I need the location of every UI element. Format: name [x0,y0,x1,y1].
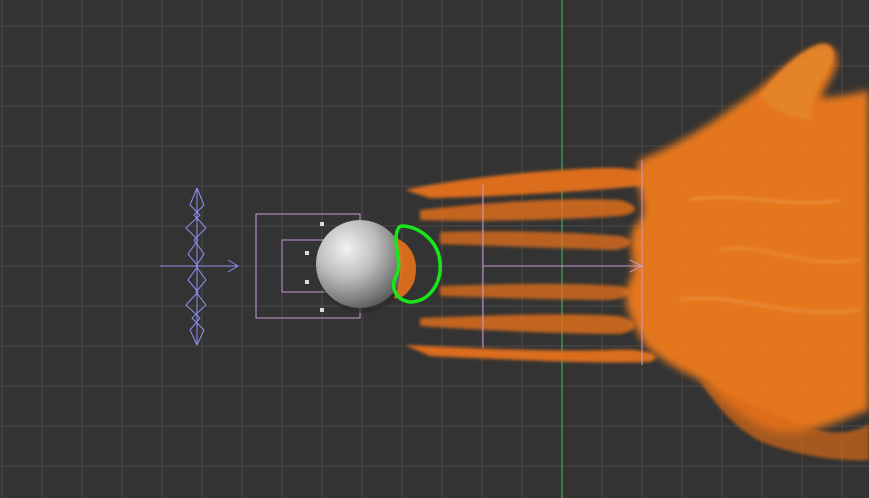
particle-stream-mid-2 [440,283,631,300]
wind-force-field[interactable] [160,187,239,346]
particle-stream-lower-2 [405,345,656,363]
viewport-canvas[interactable] [0,0,869,498]
emitter-handle-bottom[interactable] [320,308,324,312]
particle-stream-lower [420,314,635,334]
emitter-handle-mid-2[interactable] [305,280,309,284]
emitter-handle-top[interactable] [320,222,324,226]
emitter-handle-mid-1[interactable] [305,251,309,255]
sphere-body[interactable] [316,220,404,308]
particle-volume [625,46,869,433]
particle-stream-upper-2 [420,199,635,221]
3d-viewport[interactable] [0,0,869,498]
